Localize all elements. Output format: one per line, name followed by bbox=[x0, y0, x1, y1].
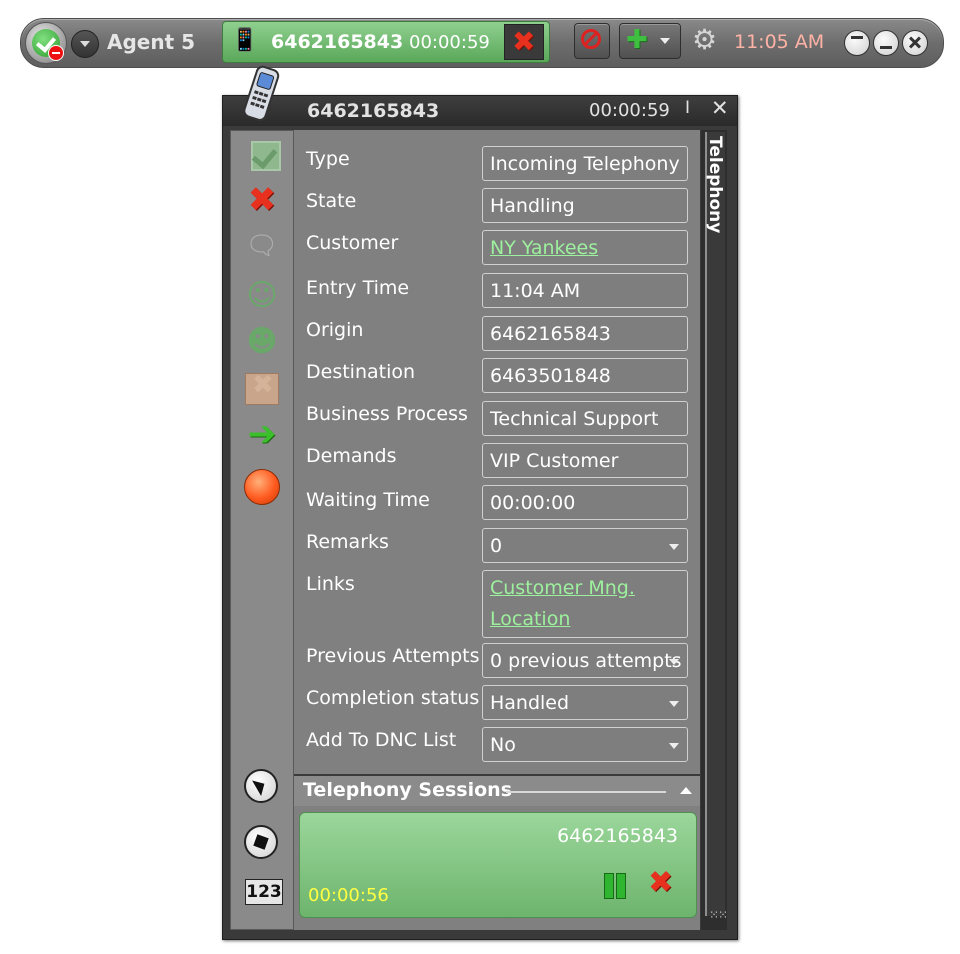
transfer-person-icon[interactable]: ☻ bbox=[243, 323, 281, 361]
restore-button[interactable] bbox=[844, 30, 870, 56]
stop-icon bbox=[253, 834, 269, 850]
reject-icon: ✖ bbox=[247, 180, 277, 220]
customer-link[interactable]: NY Yankees bbox=[482, 230, 688, 265]
close-button[interactable] bbox=[902, 30, 928, 56]
field-label-entry-time: Entry Time bbox=[306, 277, 410, 299]
field-label-add-to-dnc: Add To DNC List bbox=[306, 729, 457, 751]
add-to-dnc-dropdown[interactable]: No bbox=[482, 727, 688, 762]
agent-toolbar: Agent 5 📱 6462165843 00:00:59 ✖ ✚ ⚙ 11:0… bbox=[20, 18, 944, 68]
cancel-icon: ✖ bbox=[252, 370, 274, 400]
status-dropdown-button[interactable] bbox=[71, 30, 99, 58]
chevron-down-icon bbox=[660, 38, 670, 44]
keypad-button[interactable]: 123 bbox=[245, 879, 283, 905]
interaction-details-form: Type Incoming Telephony State Handling C… bbox=[294, 130, 700, 774]
collapse-icon[interactable] bbox=[680, 787, 692, 794]
agent-name: Agent 5 bbox=[107, 30, 196, 54]
active-call-duration: 00:00:59 bbox=[409, 32, 490, 53]
play-button[interactable] bbox=[244, 769, 278, 803]
pin-icon[interactable]: Ⅰ bbox=[685, 98, 690, 118]
close-icon bbox=[903, 31, 927, 55]
mute-icon bbox=[581, 29, 601, 49]
field-origin[interactable]: 6462165843 bbox=[482, 316, 688, 351]
restore-icon bbox=[845, 31, 869, 55]
divider bbox=[506, 791, 666, 793]
record-icon[interactable] bbox=[244, 469, 280, 505]
field-label-waiting-time: Waiting Time bbox=[306, 489, 430, 511]
field-business-process[interactable]: Technical Support bbox=[482, 401, 688, 436]
gear-icon[interactable]: ⚙ bbox=[692, 25, 717, 55]
transfer-arrow-icon[interactable]: ➔ bbox=[243, 415, 281, 453]
mute-button[interactable] bbox=[574, 23, 610, 59]
telephony-side-tab[interactable]: Telephony bbox=[701, 130, 727, 930]
cancel-box-button[interactable]: ✖ bbox=[245, 370, 279, 405]
field-label-customer: Customer bbox=[306, 232, 399, 254]
reject-button[interactable]: ✖ bbox=[243, 181, 281, 219]
add-icon: ✚ bbox=[626, 25, 648, 55]
field-label-previous-attempts: Previous Attempts bbox=[306, 645, 480, 667]
side-tab-label: Telephony bbox=[705, 136, 725, 234]
session-card[interactable]: 6462165843 00:00:56 ✖ bbox=[299, 812, 697, 918]
resize-grip-icon[interactable]: ⁙⁙ bbox=[709, 908, 728, 922]
agent-status-button[interactable] bbox=[25, 22, 67, 64]
field-waiting-time[interactable]: 00:00:00 bbox=[482, 485, 688, 520]
conference-icon[interactable]: ☺ bbox=[243, 277, 281, 315]
remarks-dropdown[interactable]: 0 bbox=[482, 528, 688, 563]
accept-icon[interactable] bbox=[243, 139, 281, 177]
minimize-icon bbox=[874, 31, 898, 55]
hold-icon[interactable] bbox=[604, 873, 626, 899]
field-destination[interactable]: 6463501848 bbox=[482, 358, 688, 393]
telephony-sessions-header[interactable]: Telephony Sessions bbox=[294, 776, 700, 806]
active-call-number: 6462165843 bbox=[271, 31, 404, 53]
previous-attempts-dropdown[interactable]: 0 previous attempts bbox=[482, 643, 688, 678]
field-label-completion-status: Completion status bbox=[306, 687, 480, 709]
side-tab-strip bbox=[705, 132, 725, 916]
field-label-remarks: Remarks bbox=[306, 531, 389, 553]
sessions-title: Telephony Sessions bbox=[303, 779, 513, 801]
field-label-type: Type bbox=[306, 148, 350, 170]
field-label-state: State bbox=[306, 190, 357, 212]
action-toolbar: ✖ 🗨 ☺ ☻ ✖ ➔ 123 bbox=[230, 130, 294, 930]
session-hangup-button[interactable]: ✖ bbox=[648, 865, 673, 900]
field-entry-time[interactable]: 11:04 AM bbox=[482, 273, 688, 308]
field-label-demands: Demands bbox=[306, 445, 397, 467]
completion-status-dropdown[interactable]: Handled bbox=[482, 685, 688, 720]
stop-button[interactable] bbox=[244, 825, 278, 859]
field-label-business-process: Business Process bbox=[306, 403, 468, 425]
new-interaction-button[interactable]: ✚ bbox=[619, 23, 681, 59]
field-state[interactable]: Handling bbox=[482, 188, 688, 223]
field-label-origin: Origin bbox=[306, 319, 364, 341]
hangup-icon: ✖ bbox=[648, 865, 674, 900]
panel-close-icon[interactable]: ✕ bbox=[711, 96, 729, 120]
phone-icon: 📱 bbox=[231, 28, 259, 53]
hangup-icon: ✖ bbox=[512, 25, 536, 58]
status-busy-icon bbox=[48, 45, 64, 61]
mobile-phone-icon bbox=[243, 65, 280, 121]
active-call-indicator[interactable]: 📱 6462165843 00:00:59 ✖ bbox=[222, 21, 550, 63]
panel-call-number: 6462165843 bbox=[307, 100, 440, 122]
field-demands[interactable]: VIP Customer bbox=[482, 443, 688, 478]
session-number: 6462165843 bbox=[557, 825, 678, 847]
links-field[interactable]: Customer Mng. Location bbox=[482, 570, 688, 638]
field-label-links: Links bbox=[306, 573, 355, 595]
field-type[interactable]: Incoming Telephony bbox=[482, 146, 688, 181]
hangup-button[interactable]: ✖ bbox=[504, 24, 544, 60]
play-icon bbox=[252, 775, 269, 797]
interaction-panel: 6462165843 00:00:59 Ⅰ ✕ ✖ 🗨 ☺ ☻ ✖ ➔ 123 … bbox=[222, 95, 738, 940]
session-duration: 00:00:56 bbox=[308, 885, 389, 906]
panel-call-duration: 00:00:59 bbox=[589, 100, 670, 121]
minimize-button[interactable] bbox=[873, 30, 899, 56]
field-label-destination: Destination bbox=[306, 361, 416, 383]
consult-icon[interactable]: 🗨 bbox=[243, 227, 281, 265]
clock: 11:05 AM bbox=[734, 31, 825, 53]
panel-titlebar[interactable]: 6462165843 00:00:59 Ⅰ ✕ bbox=[223, 96, 737, 126]
